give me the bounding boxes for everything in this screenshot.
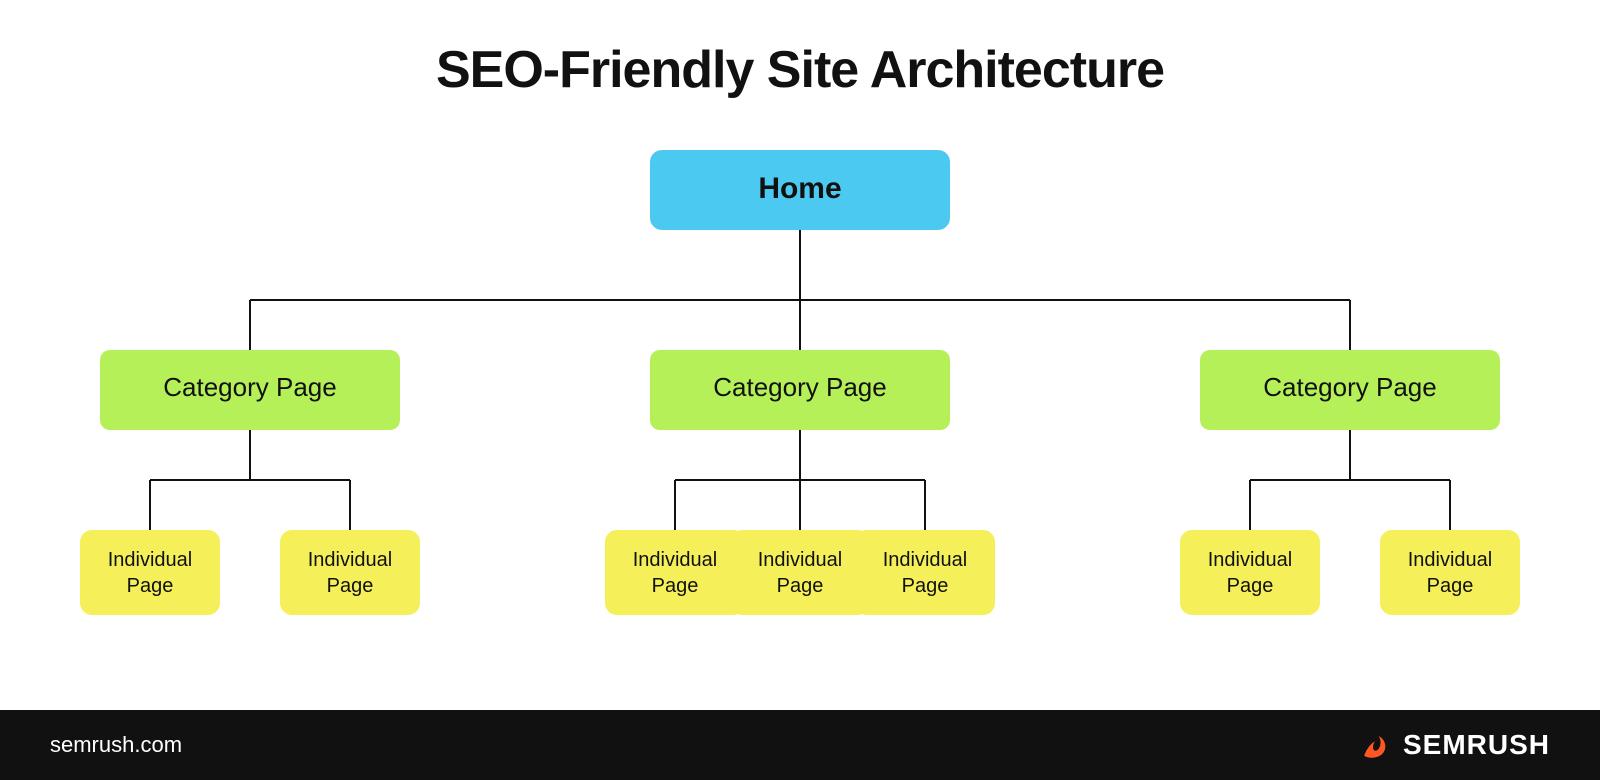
architecture-diagram: Home Category Page Category Page Categor… xyxy=(60,140,1540,660)
individual-node-3-2 xyxy=(1380,530,1520,615)
individual-label-3-1: Individual xyxy=(1208,549,1293,571)
footer: semrush.com SEMRUSH xyxy=(0,710,1600,780)
category-label-1: Category Page xyxy=(163,372,336,402)
page-title: SEO-Friendly Site Architecture xyxy=(436,40,1164,100)
individual-node-1-1 xyxy=(80,530,220,615)
individual-label-2-2b: Page xyxy=(777,575,824,597)
footer-brand: SEMRUSH xyxy=(1403,729,1550,761)
footer-logo: SEMRUSH xyxy=(1357,727,1550,763)
individual-label-1-1b: Page xyxy=(127,575,174,597)
individual-label-2-1: Individual xyxy=(633,549,718,571)
home-label: Home xyxy=(758,172,841,205)
individual-label-3-2b: Page xyxy=(1427,575,1474,597)
individual-label-2-1b: Page xyxy=(652,575,699,597)
individual-node-2-3 xyxy=(855,530,995,615)
individual-label-2-3: Individual xyxy=(883,549,968,571)
individual-node-3-1 xyxy=(1180,530,1320,615)
diagram: Home Category Page Category Page Categor… xyxy=(60,140,1540,690)
individual-label-1-1: Individual xyxy=(108,549,193,571)
individual-label-1-2: Individual xyxy=(308,549,393,571)
individual-label-1-2b: Page xyxy=(327,575,374,597)
individual-node-2-2 xyxy=(730,530,870,615)
main-content: SEO-Friendly Site Architecture Home Cate… xyxy=(0,0,1600,710)
individual-node-2-1 xyxy=(605,530,745,615)
individual-label-2-2: Individual xyxy=(758,549,843,571)
semrush-logo-icon xyxy=(1357,727,1393,763)
individual-label-3-2: Individual xyxy=(1408,549,1493,571)
individual-label-2-3b: Page xyxy=(902,575,949,597)
individual-node-1-2 xyxy=(280,530,420,615)
footer-domain: semrush.com xyxy=(50,732,182,758)
category-label-3: Category Page xyxy=(1263,372,1436,402)
category-label-2: Category Page xyxy=(713,372,886,402)
individual-label-3-1b: Page xyxy=(1227,575,1274,597)
